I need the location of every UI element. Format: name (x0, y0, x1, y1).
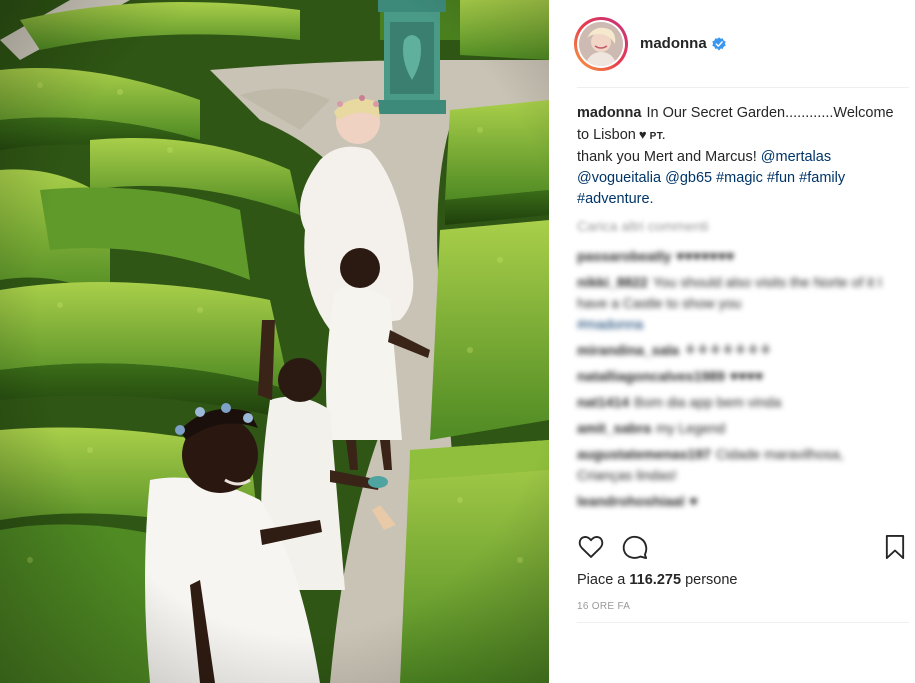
comment-button[interactable] (621, 533, 649, 561)
comment-username[interactable]: augustatemenas197 (577, 446, 711, 462)
country-code: PT. (649, 131, 666, 142)
caption-username[interactable]: madonna (577, 105, 641, 121)
comment-username[interactable]: natalliagoncalves1989 (577, 368, 725, 384)
verified-badge-icon (712, 36, 726, 51)
comment-username[interactable]: mirandina_sala (577, 342, 679, 358)
comment-username[interactable]: passarobeatly (577, 248, 671, 264)
avatar[interactable] (579, 21, 623, 66)
mention-mertalas[interactable]: @mertalas (761, 149, 831, 165)
heart-emoji: ♥ (638, 127, 647, 142)
comment-username[interactable]: nikki_8822 (577, 274, 648, 290)
avatar-image (579, 21, 623, 66)
comment-text: ⚘⚘⚘⚘⚘⚘⚘ (683, 342, 772, 358)
comment: leandrohoshiaal ♥ (577, 491, 897, 512)
comment-username[interactable]: nat1414 (577, 394, 629, 410)
comment: amit_sabra my Legend (577, 418, 897, 439)
comments-list: passarobeatly ♥♥♥♥♥♥♥ nikki_8822 You shoul… (577, 246, 897, 517)
post-photo[interactable] (0, 0, 549, 683)
story-ring[interactable] (574, 16, 628, 71)
comment-hashtag[interactable]: #madonna (577, 316, 643, 332)
comment-username[interactable]: leandrohoshiaal (577, 493, 684, 509)
post-actions (577, 533, 909, 561)
hashtag-fun[interactable]: #fun (767, 170, 795, 186)
comment-username[interactable]: amit_sabra (577, 420, 651, 436)
post-username[interactable]: madonna (640, 35, 707, 52)
comment-text: ♥ (689, 493, 698, 509)
likes-number: 116.275 (629, 572, 682, 588)
actions-divider (577, 622, 909, 623)
bookmark-icon (885, 534, 905, 560)
comment: passarobeatly ♥♥♥♥♥♥♥ (577, 246, 897, 267)
mention-gb65[interactable]: @gb65 (665, 170, 712, 186)
garden-photo-image (0, 0, 549, 683)
post-header: madonna (549, 0, 915, 87)
comment-bubble-icon (622, 535, 648, 560)
likes-prefix: Piace a (577, 572, 626, 588)
post-timestamp[interactable]: 16 ORE FA (577, 601, 630, 612)
likes-count[interactable]: Piace a 116.275 persone (577, 572, 737, 588)
caption-text-line2: thank you Mert and Marcus! (577, 149, 757, 165)
post-sidebar: madonna madonna In Our Secret Garden.....… (549, 0, 915, 683)
comment: augustatemenas197 Cidade maravilhosa, Cri… (577, 444, 897, 486)
likes-suffix: persone (685, 572, 738, 588)
header-divider (577, 87, 909, 88)
comment-text: Bom dia app bem vinda (634, 394, 782, 410)
like-button[interactable] (577, 533, 605, 561)
hashtag-family[interactable]: #family (799, 170, 845, 186)
mention-vogueitalia[interactable]: @vogueitalia (577, 170, 661, 186)
hashtag-adventure[interactable]: #adventure. (577, 191, 654, 207)
comment: mirandina_sala ⚘⚘⚘⚘⚘⚘⚘ (577, 340, 897, 361)
hashtag-magic[interactable]: #magic (716, 170, 763, 186)
heart-outline-icon (578, 536, 604, 558)
comment-text: my Legend (655, 420, 726, 436)
comment-text: ♥♥♥♥♥♥♥ (676, 248, 735, 264)
comment-text: ♥♥♥♥ (729, 368, 764, 384)
post-caption: madonna In Our Secret Garden............W… (577, 103, 897, 210)
save-button[interactable] (881, 533, 909, 561)
comment: nat1414 Bom dia app bem vinda (577, 392, 897, 413)
comment: nikki_8822 You should also visits the Nor… (577, 272, 897, 335)
load-more-comments-button[interactable]: Carica altri commenti (577, 218, 708, 234)
comment: natalliagoncalves1989 ♥♥♥♥ (577, 366, 897, 387)
